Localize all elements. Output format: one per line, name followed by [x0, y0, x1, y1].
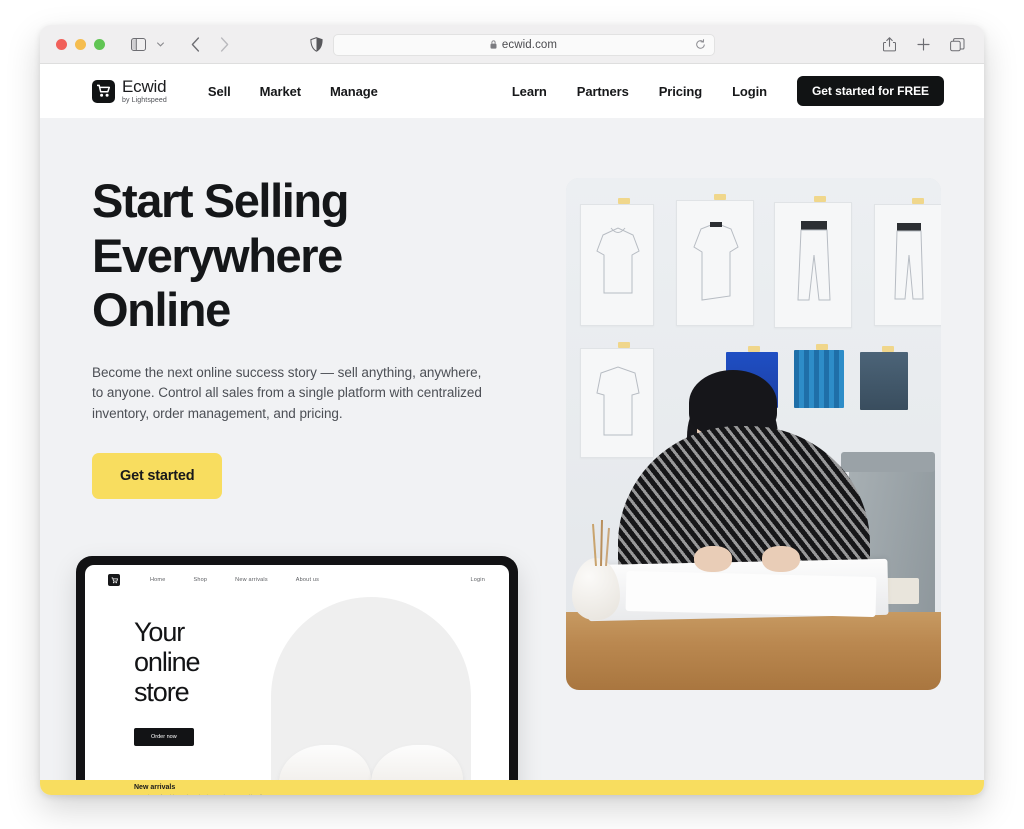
forward-button[interactable]	[211, 32, 237, 56]
hero-title-line-1: Start Selling	[92, 174, 349, 227]
nav-item-market[interactable]: Market	[260, 84, 301, 99]
person-hand-left	[694, 546, 732, 572]
nav-item-learn[interactable]: Learn	[512, 84, 547, 99]
hero-image	[566, 178, 941, 690]
url-content: ecwid.com	[490, 39, 557, 51]
tablet-headline-line-3: store	[134, 677, 190, 708]
url-input[interactable]: ecwid.com	[332, 33, 715, 56]
secondary-nav: Learn Partners Pricing Login Get started…	[512, 76, 944, 106]
nav-item-pricing[interactable]: Pricing	[659, 84, 702, 99]
toolbar-right-group	[878, 25, 968, 64]
tablet-headline-line-1: Your	[134, 617, 185, 647]
back-button[interactable]	[182, 32, 208, 56]
reload-icon[interactable]	[695, 39, 706, 50]
sketch-paper	[580, 204, 654, 326]
tablet-mockup: Home Shop New arrivals About us Login Yo…	[76, 556, 518, 795]
shopping-cart-icon	[92, 79, 115, 103]
share-icon[interactable]	[878, 33, 900, 57]
page-title: Start Selling Everywhere Online	[92, 174, 512, 338]
tabs-icon[interactable]	[946, 33, 968, 57]
tablet-screen: Home Shop New arrivals About us Login Yo…	[85, 565, 509, 795]
sketch-paper	[874, 204, 941, 326]
hero-copy: Start Selling Everywhere Online Become t…	[92, 174, 512, 500]
lock-icon	[490, 40, 497, 49]
window-controls	[56, 38, 105, 50]
toolbar-left-group	[125, 32, 237, 56]
tablet-store-nav: Home Shop New arrivals About us Login	[85, 565, 509, 595]
tablet-nav-new-arrivals[interactable]: New arrivals	[235, 577, 268, 583]
tablet-nav-shop[interactable]: Shop	[193, 577, 207, 583]
tablet-section-title: New arrivals	[134, 784, 176, 791]
tablet-headline-line-2: online	[134, 647, 201, 678]
nav-item-login[interactable]: Login	[732, 84, 767, 99]
sewing-machine-top	[841, 452, 935, 472]
sketch-paper	[580, 348, 654, 458]
pencil-holder-sticks	[590, 519, 612, 567]
hero-title-line-3: Online	[92, 283, 231, 337]
browser-window: ecwid.com Ecwid by Lightspeed Sell Marke…	[40, 25, 984, 795]
hero-subtitle: Become the next online success story — s…	[92, 364, 482, 421]
page-viewport: Ecwid by Lightspeed Sell Market Manage L…	[40, 64, 984, 795]
nav-item-sell[interactable]: Sell	[208, 84, 231, 99]
sidebar-icon[interactable]	[125, 32, 151, 56]
brand-tagline: by Lightspeed	[122, 97, 167, 104]
tablet-nav-login[interactable]: Login	[471, 577, 485, 583]
nav-item-partners[interactable]: Partners	[577, 84, 629, 99]
sketch-paper	[774, 202, 852, 328]
order-now-button[interactable]: Order now	[134, 728, 194, 746]
zoom-window-button[interactable]	[94, 38, 105, 50]
tablet-nav-home[interactable]: Home	[150, 577, 165, 583]
hero-section: Start Selling Everywhere Online Become t…	[40, 118, 984, 795]
sketch-paper	[676, 200, 754, 326]
plus-icon[interactable]	[912, 33, 934, 57]
shield-icon[interactable]	[309, 37, 323, 52]
minimize-window-button[interactable]	[75, 38, 86, 50]
person-hand-right	[762, 546, 800, 572]
fabric-swatch	[794, 350, 844, 408]
wooden-desk	[566, 612, 941, 690]
brand-logo[interactable]: Ecwid by Lightspeed	[92, 78, 167, 104]
tablet-section-subtitle: Natural, comfortable, modern classics, m…	[134, 794, 264, 795]
browser-toolbar: ecwid.com	[40, 25, 984, 64]
paper-sheets-top	[625, 570, 877, 618]
primary-nav: Sell Market Manage	[208, 84, 378, 99]
site-header: Ecwid by Lightspeed Sell Market Manage L…	[40, 64, 984, 118]
get-started-free-button[interactable]: Get started for FREE	[796, 76, 944, 106]
get-started-button[interactable]: Get started	[92, 453, 223, 500]
tablet-nav-about-us[interactable]: About us	[296, 577, 319, 583]
chevron-down-icon[interactable]	[154, 33, 167, 55]
close-window-button[interactable]	[56, 38, 67, 50]
hero-title-line-2: Everywhere	[92, 228, 343, 282]
store-logo-icon	[108, 574, 120, 586]
url-text: ecwid.com	[501, 38, 558, 51]
tablet-new-arrivals-block: New arrivals Natural, comfortable, moder…	[134, 784, 264, 795]
brand-name: Ecwid	[122, 77, 167, 96]
tablet-nav-links: Home Shop New arrivals About us	[150, 577, 319, 583]
nav-item-manage[interactable]: Manage	[330, 84, 378, 99]
brand-text: Ecwid by Lightspeed	[122, 78, 167, 104]
fabric-swatch	[860, 352, 908, 410]
tablet-headline: Your online store	[134, 617, 201, 708]
